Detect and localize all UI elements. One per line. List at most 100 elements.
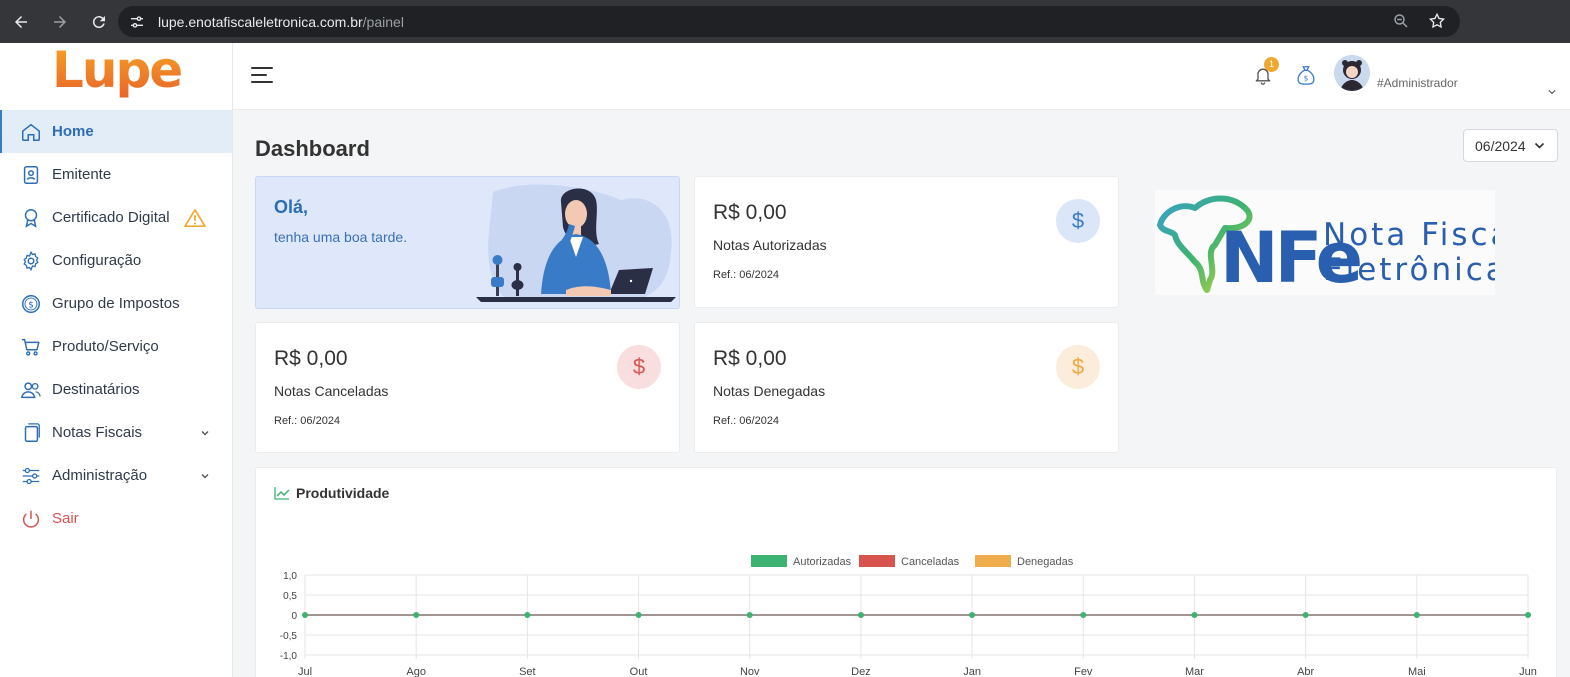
y-tick-label: 0 xyxy=(291,611,297,622)
x-tick-label: Fev xyxy=(1074,666,1093,677)
card-notas-canceladas[interactable]: R$ 0,00 Notas Canceladas Ref.: 06/2024 $ xyxy=(255,322,680,453)
woman-at-desk-illustration xyxy=(476,184,676,302)
x-tick-label: Set xyxy=(519,666,536,677)
data-point[interactable] xyxy=(524,612,531,618)
menu-toggle-icon[interactable] xyxy=(251,67,273,88)
greeting-card: Olá, tenha uma boa tarde. xyxy=(255,176,680,309)
reload-icon xyxy=(92,15,105,28)
x-tick-label: Ago xyxy=(406,666,426,677)
people-icon xyxy=(20,379,42,401)
copy-icon xyxy=(20,422,42,444)
sidebar-item-grupo-impostos[interactable]: $ Grupo de Impostos xyxy=(0,282,232,325)
nfe-logo: NFe Nota Fiscal Eletrônica xyxy=(1155,190,1521,299)
chevron-down-icon xyxy=(1534,142,1545,149)
x-tick-label: Jun xyxy=(1519,666,1537,677)
site-settings-icon[interactable] xyxy=(128,13,146,31)
legend-label[interactable]: Autorizadas xyxy=(793,556,852,568)
page-title: Dashboard xyxy=(255,136,370,161)
data-point[interactable] xyxy=(969,612,976,618)
user-name[interactable]: #Administrador xyxy=(1377,76,1458,90)
nfe-logo-line1: Nota Fiscal xyxy=(1323,217,1495,253)
stat-ref: Ref.: 06/2024 xyxy=(713,269,780,281)
stat-ref: Ref.: 06/2024 xyxy=(713,415,780,427)
data-point[interactable] xyxy=(1302,612,1309,618)
sidebar-item-emitente[interactable]: Emitente xyxy=(0,153,232,196)
month-select[interactable]: 06/2024 xyxy=(1463,129,1558,162)
sidebar-item-label: Grupo de Impostos xyxy=(52,295,180,312)
brand-logo-text: Lupe xyxy=(52,41,183,99)
data-point[interactable] xyxy=(857,612,864,618)
legend-label[interactable]: Denegadas xyxy=(1017,556,1074,568)
sidebar-item-label: Sair xyxy=(52,510,79,527)
data-point[interactable] xyxy=(635,612,642,618)
url-path: /painel xyxy=(362,13,404,30)
productivity-line-chart: Autorizadas Canceladas Denegadas 1,0 0,5 0 -0,… xyxy=(280,555,1537,677)
sidebar-menu: Home Emitente Certificado Digital Config… xyxy=(0,110,232,540)
avatar[interactable] xyxy=(1334,55,1370,91)
legend-label[interactable]: Canceladas xyxy=(901,556,960,568)
data-point[interactable] xyxy=(302,612,308,618)
address-bar[interactable]: lupe.enotafiscaleletronica.com.br/painel xyxy=(118,6,1460,37)
x-tick-label: Mai xyxy=(1408,666,1426,677)
back-button[interactable] xyxy=(3,4,39,40)
chevron-down-icon[interactable] xyxy=(1547,83,1557,101)
dollar-icon: $ xyxy=(1056,199,1100,243)
sidebar-item-produto-servico[interactable]: Produto/Serviço xyxy=(0,325,232,368)
sidebar-item-administracao[interactable]: Administração xyxy=(0,454,232,497)
coin-icon: $ xyxy=(20,293,42,315)
sidebar-item-label: Certificado Digital xyxy=(52,209,170,226)
chevron-down-icon xyxy=(200,468,210,485)
browser-toolbar: lupe.enotafiscaleletronica.com.br/painel xyxy=(0,0,1570,43)
legend-swatch[interactable] xyxy=(975,555,1011,567)
arrow-left-icon xyxy=(15,15,27,28)
x-tick-label: Abr xyxy=(1297,666,1314,677)
sidebar-item-label: Notas Fiscais xyxy=(52,424,143,441)
power-icon xyxy=(20,508,42,530)
legend-swatch[interactable] xyxy=(859,555,895,567)
data-point[interactable] xyxy=(1080,612,1087,618)
money-bag-icon[interactable]: $ xyxy=(1295,63,1317,92)
greeting-title: Olá, xyxy=(274,197,309,217)
data-point[interactable] xyxy=(1525,612,1531,618)
sidebar-item-label: Configuração xyxy=(52,252,142,269)
url-domain: lupe.enotafiscaleletronica.com.br xyxy=(158,13,363,30)
sidebar-item-label: Administração xyxy=(52,467,148,484)
arrow-right-icon xyxy=(54,15,66,28)
card-notas-autorizadas[interactable]: R$ 0,00 Notas Autorizadas Ref.: 06/2024 … xyxy=(694,176,1119,308)
sidebar-item-notas-fiscais[interactable]: Notas Fiscais xyxy=(0,411,232,454)
award-icon xyxy=(20,207,42,229)
x-tick-label: Mar xyxy=(1185,666,1204,677)
data-point[interactable] xyxy=(1413,612,1420,618)
y-tick-label: 0,5 xyxy=(283,591,297,602)
sidebar-item-configuracao[interactable]: Configuração xyxy=(0,239,232,282)
data-point[interactable] xyxy=(1191,612,1198,618)
greeting-subtitle: tenha uma boa tarde. xyxy=(274,229,408,245)
gear-icon xyxy=(20,250,42,272)
month-select-value: 06/2024 xyxy=(1475,137,1526,154)
data-point[interactable] xyxy=(413,612,420,618)
chevron-down-icon xyxy=(200,425,210,442)
brand-logo[interactable]: Lupe xyxy=(52,41,183,99)
forward-button[interactable] xyxy=(42,4,78,40)
card-notas-denegadas[interactable]: R$ 0,00 Notas Denegadas Ref.: 06/2024 $ xyxy=(694,322,1119,453)
sidebar-item-home[interactable]: Home xyxy=(0,110,232,153)
zoom-icon[interactable] xyxy=(1392,12,1410,30)
x-tick-label: Out xyxy=(630,666,648,677)
bookmark-star-icon[interactable] xyxy=(1428,12,1446,30)
reload-button[interactable] xyxy=(81,4,117,40)
legend-swatch[interactable] xyxy=(751,555,787,567)
stat-label: Notas Canceladas xyxy=(274,383,389,399)
sidebar-item-label: Produto/Serviço xyxy=(52,338,159,355)
x-tick-label: Jul xyxy=(298,666,312,677)
sidebar-item-label: Destinatários xyxy=(52,381,140,398)
url-text: lupe.enotafiscaleletronica.com.br/painel xyxy=(158,14,404,30)
x-tick-label: Dez xyxy=(851,666,871,677)
stat-value: R$ 0,00 xyxy=(713,201,787,224)
y-tick-label: -1,0 xyxy=(280,651,298,662)
data-point[interactable] xyxy=(746,612,753,618)
sidebar-item-certificado-digital[interactable]: Certificado Digital xyxy=(0,196,232,239)
sidebar-item-destinatarios[interactable]: Destinatários xyxy=(0,368,232,411)
dollar-icon: $ xyxy=(1056,345,1100,389)
sidebar-item-sair[interactable]: Sair xyxy=(0,497,232,540)
y-tick-label: 1,0 xyxy=(283,571,297,582)
